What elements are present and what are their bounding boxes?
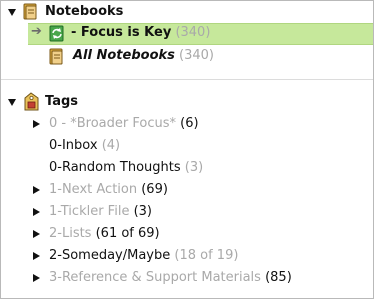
tag-name: 1-Next Action (49, 182, 138, 197)
notebook-count: (340) (179, 48, 215, 63)
tag-item[interactable]: 1-Tickler File (3) (1, 201, 373, 223)
collapse-arrow-icon[interactable] (8, 99, 16, 106)
collapse-arrow-icon[interactable] (8, 9, 16, 16)
tag-name: 3-Reference & Support Materials (49, 270, 261, 285)
section-divider (1, 79, 373, 80)
notebook-name: - Focus is Key (71, 25, 172, 40)
tag-count: (85) (265, 270, 292, 285)
expand-arrow-icon[interactable] (33, 120, 40, 128)
tag-item[interactable]: 0-Inbox (4) (1, 135, 373, 157)
notebook-item-focus-is-key[interactable]: ➔ - Focus is Key (340) (1, 22, 373, 44)
tag-name: 0-Random Thoughts (49, 160, 181, 175)
notebooks-header-label: Notebooks (45, 4, 124, 19)
tag-count: (3) (184, 160, 204, 175)
expand-arrow-icon[interactable] (33, 252, 40, 260)
tag-count: (6) (180, 116, 199, 131)
tag-count: (4) (101, 138, 121, 153)
notebook-item-label: All Notebooks (340) (73, 48, 214, 64)
tag-count: (61 of 69) (95, 226, 160, 241)
tag-count: (18 of 19) (174, 248, 239, 263)
notebook-item-all-notebooks[interactable]: All Notebooks (340) (1, 45, 373, 67)
tag-item[interactable]: 3-Reference & Support Materials (85) (1, 267, 373, 289)
tag-item[interactable]: 1-Next Action (69) (1, 179, 373, 201)
notebook-name: All Notebooks (73, 48, 175, 63)
notebook-item-label: - Focus is Key (340) (71, 25, 210, 41)
tag-item[interactable]: 0-Random Thoughts (3) (1, 157, 373, 179)
tag-name: 2-Lists (49, 226, 92, 241)
arrow-right-icon: ➔ (31, 24, 42, 39)
sidebar-panel: Notebooks ➔ - Focus is Key (340) All Not… (0, 0, 374, 299)
expand-arrow-icon[interactable] (33, 186, 40, 194)
notebook-count: (340) (175, 25, 211, 40)
tag-name: 0 - *Broader Focus* (49, 116, 176, 131)
notebooks-section-header[interactable]: Notebooks (1, 1, 373, 23)
tag-count: (69) (141, 182, 168, 197)
tag-item[interactable]: 2-Lists (61 of 69) (1, 223, 373, 245)
tags-header-label: Tags (45, 94, 79, 109)
expand-arrow-icon[interactable] (33, 230, 40, 238)
tag-count: (3) (133, 204, 152, 219)
sync-notebook-icon (49, 25, 64, 42)
tags-section-header[interactable]: Tags (1, 91, 373, 113)
tag-name: 1-Tickler File (49, 204, 130, 219)
expand-arrow-icon[interactable] (33, 208, 40, 216)
all-notebooks-icon (49, 48, 63, 65)
tag-item[interactable]: 2-Someday/Maybe (18 of 19) (1, 245, 373, 267)
tag-name: 2-Someday/Maybe (49, 248, 171, 263)
notebook-stack-icon (23, 3, 37, 20)
tags-icon (24, 92, 39, 111)
expand-arrow-icon[interactable] (33, 274, 40, 282)
tag-name: 0-Inbox (49, 138, 98, 153)
tag-item[interactable]: 0 - *Broader Focus* (6) (1, 113, 373, 135)
